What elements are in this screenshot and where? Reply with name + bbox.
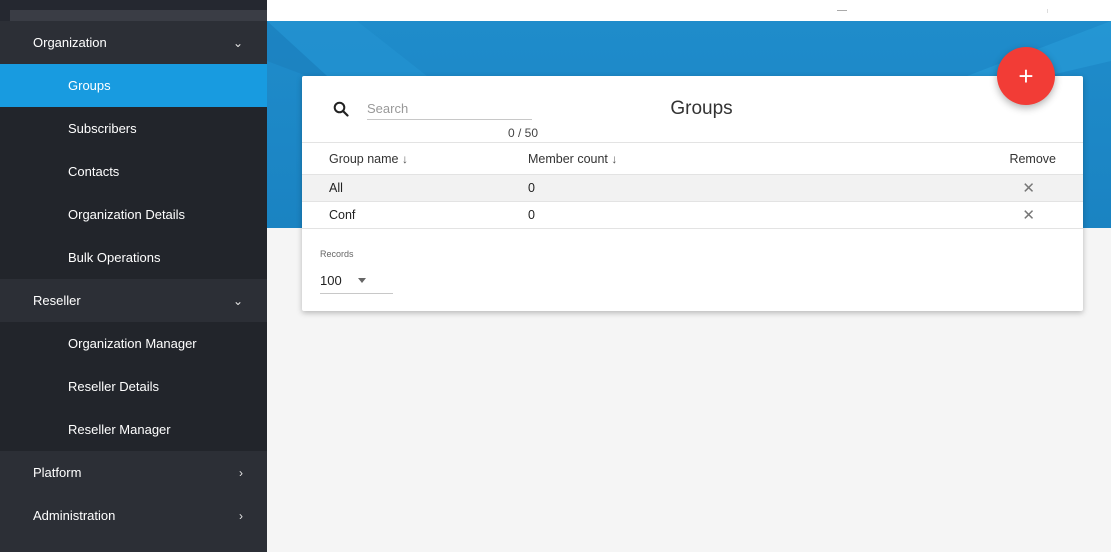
sidebar: Organization ⌄ Groups Subscribers Contac… — [0, 0, 267, 552]
table-header-row: Group name ↓ Member count ↓ Remove — [302, 142, 1083, 175]
sort-arrow-icon: ↓ — [611, 151, 618, 166]
sidebar-section-organization[interactable]: Organization ⌄ — [0, 21, 267, 64]
member-count-cell: 0 — [528, 201, 948, 229]
remove-icon[interactable]: ✕ — [948, 174, 1083, 202]
sidebar-item-reseller-details[interactable]: Reseller Details — [0, 365, 267, 408]
chevron-right-icon: › — [239, 465, 243, 480]
table-row[interactable]: All 0 ✕ — [302, 174, 1083, 202]
column-header-member-count[interactable]: Member count ↓ — [528, 142, 948, 175]
dropdown-caret-icon — [358, 278, 366, 283]
sidebar-section-label: Organization — [33, 35, 107, 50]
records-value: 100 — [320, 273, 342, 288]
records-label: Records — [320, 249, 354, 259]
top-bar-mark — [1047, 9, 1048, 13]
groups-card: Groups 0 / 50 Group name ↓ Member count … — [302, 76, 1083, 311]
column-header-remove: Remove — [948, 142, 1083, 175]
sidebar-top-strip — [0, 0, 267, 21]
chevron-down-icon: ⌄ — [232, 35, 243, 50]
sidebar-section-label: Administration — [33, 508, 116, 523]
table-row[interactable]: Conf 0 ✕ — [302, 201, 1083, 229]
sidebar-item-subscribers[interactable]: Subscribers — [0, 107, 267, 150]
member-count-cell: 0 — [528, 174, 948, 202]
top-bar — [267, 0, 1111, 21]
window-minimize-mark — [837, 10, 847, 11]
chevron-right-icon: › — [239, 508, 243, 523]
group-name-cell: All — [302, 174, 528, 202]
sidebar-item-reseller-manager[interactable]: Reseller Manager — [0, 408, 267, 451]
search-icon[interactable] — [333, 101, 349, 117]
sidebar-section-administration[interactable]: Administration › — [0, 494, 267, 537]
column-header-group-name[interactable]: Group name ↓ — [302, 142, 528, 175]
records-per-page-select[interactable]: 100 — [320, 268, 393, 294]
sort-arrow-icon: ↓ — [401, 151, 408, 166]
add-group-button[interactable]: + — [997, 47, 1055, 105]
sidebar-section-reseller[interactable]: Reseller ⌄ — [0, 279, 267, 322]
groups-table: Group name ↓ Member count ↓ Remove All 0… — [302, 142, 1083, 229]
sidebar-section-platform[interactable]: Platform › — [0, 451, 267, 494]
sidebar-item-organization-manager[interactable]: Organization Manager — [0, 322, 267, 365]
sidebar-section-label: Reseller — [33, 293, 81, 308]
plus-icon: + — [1018, 60, 1034, 91]
chevron-down-icon: ⌄ — [232, 293, 243, 308]
search-area: 0 / 50 — [330, 96, 540, 146]
search-char-counter: 0 / 50 — [508, 126, 539, 140]
group-name-cell: Conf — [302, 201, 528, 229]
sidebar-item-bulk-operations[interactable]: Bulk Operations — [0, 236, 267, 279]
search-input[interactable] — [367, 98, 532, 120]
sidebar-item-organization-details[interactable]: Organization Details — [0, 193, 267, 236]
sidebar-item-contacts[interactable]: Contacts — [0, 150, 267, 193]
remove-icon[interactable]: ✕ — [948, 201, 1083, 229]
sidebar-section-label: Platform — [33, 465, 82, 480]
sidebar-item-groups[interactable]: Groups — [0, 64, 267, 107]
